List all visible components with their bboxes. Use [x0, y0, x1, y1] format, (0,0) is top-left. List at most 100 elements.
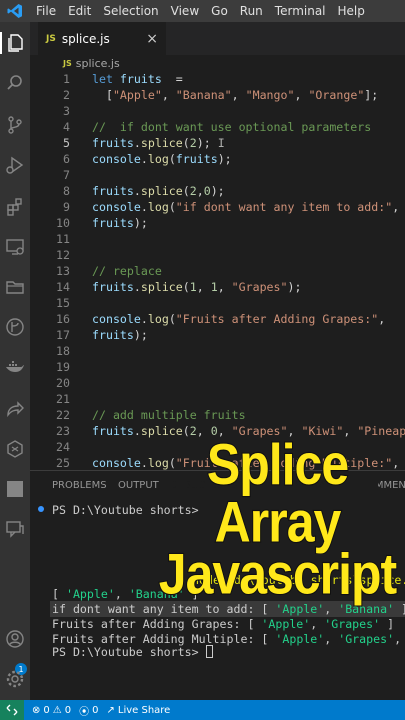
ports-count: 0	[92, 704, 99, 716]
terminal-token: Fruits after Adding Grapes: [	[52, 617, 262, 631]
menu-help[interactable]: Help	[332, 0, 371, 22]
line-number: 23	[56, 424, 70, 438]
code-line[interactable]: 1 let fruits =	[30, 71, 405, 87]
code-text: fruits.splice(2); I	[92, 135, 225, 151]
code-line[interactable]: 7	[30, 167, 405, 183]
code-token: log	[147, 312, 169, 326]
code-token: ,	[217, 280, 232, 294]
problems-status[interactable]: ⊗ 0 ⚠ 0	[32, 705, 71, 716]
code-editor[interactable]: 1 let fruits = 2 ["Apple", "Banana", "Mang…	[30, 71, 405, 470]
terminal-decoration-icon	[38, 506, 44, 512]
vscode-logo-icon	[0, 0, 30, 22]
line-number: 19	[56, 360, 70, 374]
error-count: 0	[43, 704, 50, 716]
code-line[interactable]: 15	[30, 295, 405, 311]
activity-bar: 1	[0, 22, 30, 700]
docker-icon[interactable]	[4, 356, 26, 378]
text-cursor: I	[217, 136, 225, 150]
code-token: 2	[189, 184, 197, 198]
run-debug-icon[interactable]	[4, 154, 26, 176]
code-line[interactable]: 4 // if dont want use optional parameters	[30, 119, 405, 135]
code-token: );	[210, 184, 225, 198]
code-token: "Grapes"	[231, 280, 288, 294]
live-share-icon[interactable]	[4, 398, 26, 420]
live-share-icon: ↗	[106, 704, 115, 716]
code-text: console.log("Fruits after Adding Grapes:…	[92, 311, 385, 327]
code-token: ,	[392, 200, 400, 214]
ports-status[interactable]: ⦿ 0	[79, 703, 98, 718]
code-token: 2	[189, 136, 197, 150]
code-token: .	[133, 136, 141, 150]
menu-view[interactable]: View	[165, 0, 205, 22]
code-line[interactable]: 3	[30, 103, 405, 119]
code-line[interactable]: 12	[30, 247, 405, 263]
accounts-icon[interactable]	[4, 628, 26, 650]
code-line[interactable]: 9 console.log("if dont want any item to a…	[30, 199, 405, 215]
breadcrumb[interactable]: JS splice.js	[30, 55, 405, 71]
source-control-icon[interactable]	[4, 114, 26, 136]
menu-run[interactable]: Run	[234, 0, 269, 22]
code-line[interactable]: 19	[30, 359, 405, 375]
code-token: ];	[364, 88, 379, 102]
menu-terminal[interactable]: Terminal	[269, 0, 332, 22]
code-token: // add multiple fruits	[92, 408, 246, 422]
remote-indicator-icon[interactable]	[0, 700, 24, 720]
menu-edit[interactable]: Edit	[62, 0, 97, 22]
code-line[interactable]: 21	[30, 391, 405, 407]
line-number: 2	[63, 88, 70, 102]
code-token: log	[147, 200, 169, 214]
code-line[interactable]: 14 fruits.splice(1, 1, "Grapes");	[30, 279, 405, 295]
hexagon-extension-icon[interactable]	[4, 438, 26, 460]
close-icon[interactable]: ×	[146, 31, 158, 47]
code-text: let fruits =	[92, 71, 183, 87]
code-line[interactable]: 5 fruits.splice(2); I	[30, 135, 405, 151]
line-number: 10	[56, 216, 70, 230]
code-text: console.log(fruits);	[92, 151, 232, 167]
code-token: fruits	[92, 424, 134, 438]
code-token: ,	[231, 88, 246, 102]
code-token: "Banana"	[175, 88, 232, 102]
warning-count: 0	[64, 704, 72, 716]
code-line[interactable]: 6 console.log(fruits);	[30, 151, 405, 167]
folder-icon[interactable]	[4, 276, 26, 298]
comments-icon[interactable]	[4, 518, 26, 540]
code-text: console.log("if dont want any item to ad…	[92, 199, 399, 215]
settings-gear-icon[interactable]	[4, 668, 26, 690]
status-bar: ⊗ 0 ⚠ 0 ⦿ 0 ↗ Live Share	[0, 700, 405, 720]
tab-splice-js[interactable]: JS splice.js ×	[38, 22, 166, 55]
remote-explorer-icon[interactable]	[4, 236, 26, 258]
overlay-title-line-1: Splice Array	[206, 432, 350, 554]
code-line[interactable]: 13 // replace	[30, 263, 405, 279]
code-line[interactable]: 8 fruits.splice(2,0);	[30, 183, 405, 199]
code-line[interactable]: 2 ["Apple", "Banana", "Mango", "Orange"]…	[30, 87, 405, 103]
code-line[interactable]: 10 fruits);	[30, 215, 405, 231]
menu-go[interactable]: Go	[205, 0, 234, 22]
code-line[interactable]: 20	[30, 375, 405, 391]
code-token: fruits	[119, 72, 162, 86]
terminal-token: [	[52, 587, 66, 601]
code-token: [	[92, 88, 113, 102]
code-token: 0	[203, 184, 211, 198]
code-line[interactable]: 18	[30, 343, 405, 359]
line-number: 25	[56, 456, 70, 470]
code-line[interactable]: 17 fruits);	[30, 327, 405, 343]
tab-problems[interactable]: PROBLEMS	[52, 480, 107, 491]
line-number: 9	[63, 200, 70, 214]
code-token: );	[133, 216, 148, 230]
terminal-prompt-line: PS D:\Youtube shorts>	[52, 644, 213, 660]
explorer-icon[interactable]	[4, 32, 26, 54]
breadcrumb-filename[interactable]: splice.js	[76, 57, 120, 70]
code-line[interactable]: 22 // add multiple fruits	[30, 407, 405, 423]
menu-selection[interactable]: Selection	[97, 0, 164, 22]
git-graph-icon[interactable]	[4, 316, 26, 338]
extensions-icon[interactable]	[4, 196, 26, 218]
code-line[interactable]: 16 console.log("Fruits after Adding Grape…	[30, 311, 405, 327]
terminal-token: ,	[310, 617, 325, 631]
live-share-status[interactable]: ↗ Live Share	[106, 705, 170, 716]
square-extension-icon[interactable]	[4, 478, 26, 500]
line-number: 24	[56, 440, 70, 454]
code-line[interactable]: 11	[30, 231, 405, 247]
menu-file[interactable]: File	[30, 0, 62, 22]
search-icon[interactable]	[4, 72, 26, 94]
code-token: );	[133, 328, 148, 342]
